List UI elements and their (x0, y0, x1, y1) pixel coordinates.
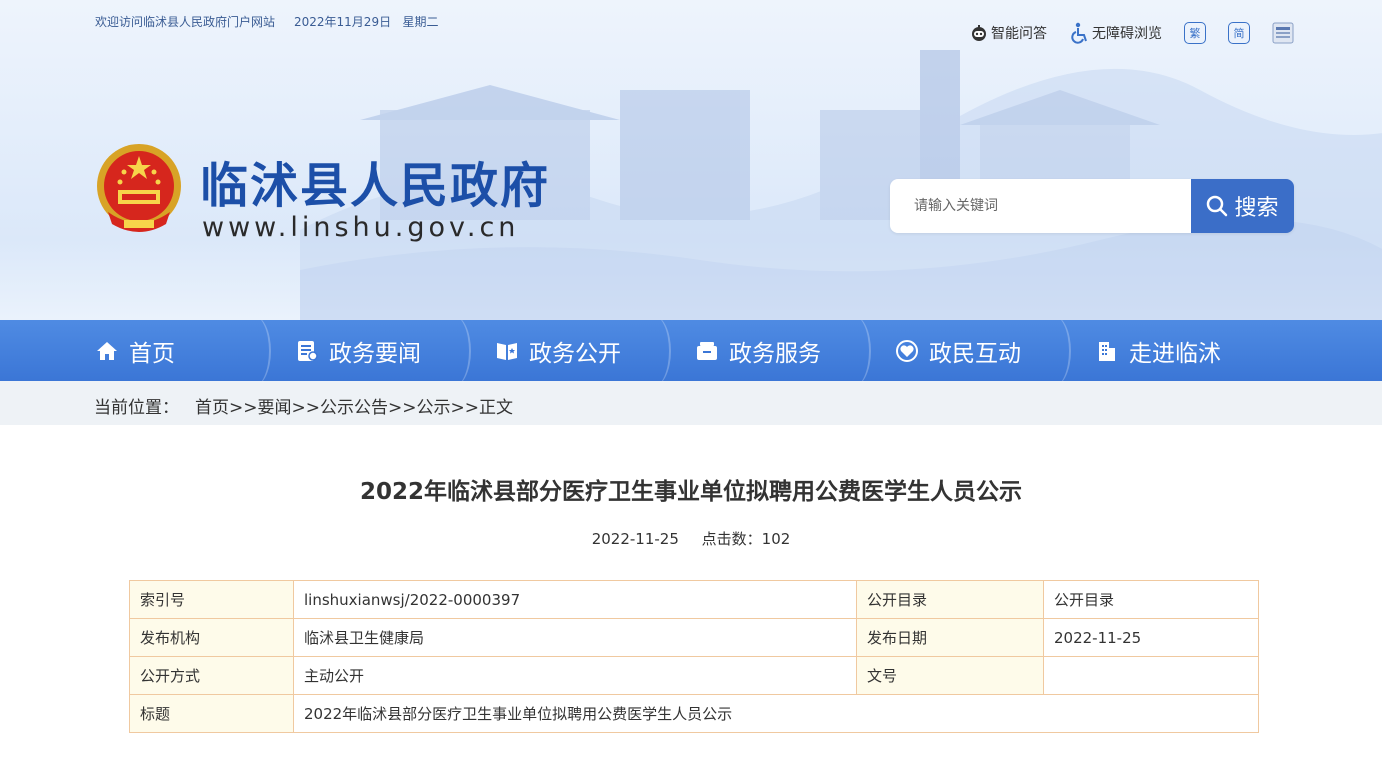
mode-value: 主动公开 (293, 656, 857, 695)
search-box: 搜索 (890, 179, 1294, 233)
nav-divider (1035, 320, 1071, 381)
nav-item-services[interactable]: 政务服务 (695, 320, 895, 381)
nav-item-news[interactable]: 政务要闻 (295, 320, 495, 381)
pubdate-label: 发布日期 (856, 618, 1044, 657)
simplified-chinese-button[interactable]: 简 (1228, 22, 1250, 44)
title-value: 2022年临沭县部分医疗卫生事业单位拟聘用公费医学生人员公示 (293, 694, 1259, 733)
news-icon (298, 340, 318, 361)
index-value: linshuxianwsj/2022-0000397 (293, 580, 857, 619)
breadcrumb-label: 当前位置： (94, 398, 179, 418)
nav-divider (435, 320, 471, 381)
table-row: 索引号 linshuxianwsj/2022-0000397 公开目录 公开目录 (129, 580, 1259, 619)
nav-item-label: 政务服务 (729, 340, 821, 367)
table-row: 公开方式 主动公开 文号 (129, 656, 1259, 695)
search-button[interactable]: 搜索 (1191, 179, 1294, 233)
index-label: 索引号 (129, 580, 294, 619)
org-value: 临沭县卫生健康局 (293, 618, 857, 657)
nav-item-interaction[interactable]: 政民互动 (895, 320, 1095, 381)
search-icon (1207, 195, 1228, 217)
main-nav: 首页 政务要闻 政务公开 政务服务 政民互动 走进临沭 (0, 320, 1382, 381)
national-emblem-icon (97, 144, 181, 232)
article-title: 2022年临沭县部分医疗卫生事业单位拟聘用公费医学生人员公示 (359, 479, 1022, 505)
nav-item-label: 政务要闻 (329, 340, 421, 367)
breadcrumb-bar: 当前位置： 首页>>要闻>>公示公告>>公示>>正文 (0, 381, 1382, 425)
breadcrumb: 当前位置： 首页>>要闻>>公示公告>>公示>>正文 (94, 393, 513, 418)
wheelchair-icon (1071, 22, 1087, 44)
nav-divider (835, 320, 871, 381)
article-date: 2022-11-25 (591, 530, 679, 548)
traditional-chinese-button[interactable]: 繁 (1184, 22, 1206, 44)
info-table: 索引号 linshuxianwsj/2022-0000397 公开目录 公开目录… (129, 580, 1259, 733)
header-banner: 欢迎访问临沭县人民政府门户网站 2022年11月29日 星期二 智能问答 无障碍… (0, 0, 1382, 320)
nav-item-label: 走进临沭 (1129, 340, 1221, 367)
open-book-icon (497, 342, 517, 360)
nav-item-label: 政务公开 (529, 340, 621, 367)
service-badge-icon[interactable] (1272, 22, 1294, 44)
search-input[interactable] (890, 179, 1191, 233)
accessibility-label: 无障碍浏览 (1092, 26, 1162, 42)
nav-item-home[interactable]: 首页 (95, 320, 295, 381)
nav-item-label: 首页 (129, 340, 175, 367)
nav-item-open-affairs[interactable]: 政务公开 (495, 320, 695, 381)
site-url: www.linshu.gov.cn (202, 212, 520, 243)
article-clicks: 点击数：102 (701, 530, 791, 548)
docno-label: 文号 (856, 656, 1044, 695)
catalog-value: 公开目录 (1043, 580, 1259, 619)
nav-item-about-linshu[interactable]: 走进临沭 (1095, 320, 1295, 381)
robot-icon (972, 25, 986, 41)
nav-divider (235, 320, 271, 381)
org-label: 发布机构 (129, 618, 294, 657)
current-date: 2022年11月29日 星期二 (294, 15, 439, 29)
mode-label: 公开方式 (129, 656, 294, 695)
building-icon (1099, 341, 1115, 361)
smart-qa-link[interactable]: 智能问答 (970, 23, 1047, 43)
welcome-text: 欢迎访问临沭县人民政府门户网站 (95, 15, 276, 29)
table-row: 标题 2022年临沭县部分医疗卫生事业单位拟聘用公费医学生人员公示 (129, 694, 1259, 733)
article-meta: 2022-11-25 点击数：102 (0, 528, 1382, 549)
nav-divider (635, 320, 671, 381)
nav-item-label: 政民互动 (929, 340, 1021, 367)
docno-value (1043, 656, 1259, 695)
catalog-label: 公开目录 (856, 580, 1044, 619)
table-row: 发布机构 临沭县卫生健康局 发布日期 2022-11-25 (129, 618, 1259, 657)
home-icon (97, 341, 117, 360)
title-label: 标题 (129, 694, 294, 733)
accessibility-link[interactable]: 无障碍浏览 (1071, 22, 1162, 44)
pubdate-value: 2022-11-25 (1043, 618, 1259, 657)
breadcrumb-path[interactable]: 首页>>要闻>>公示公告>>公示>>正文 (195, 393, 513, 418)
interaction-heart-icon (896, 339, 918, 362)
search-button-label: 搜索 (1234, 196, 1279, 221)
service-box-icon (697, 341, 717, 360)
site-title: 临沭县人民政府 (200, 158, 551, 214)
smart-qa-label: 智能问答 (991, 26, 1047, 42)
top-tools: 智能问答 无障碍浏览 繁 简 (946, 22, 1294, 44)
